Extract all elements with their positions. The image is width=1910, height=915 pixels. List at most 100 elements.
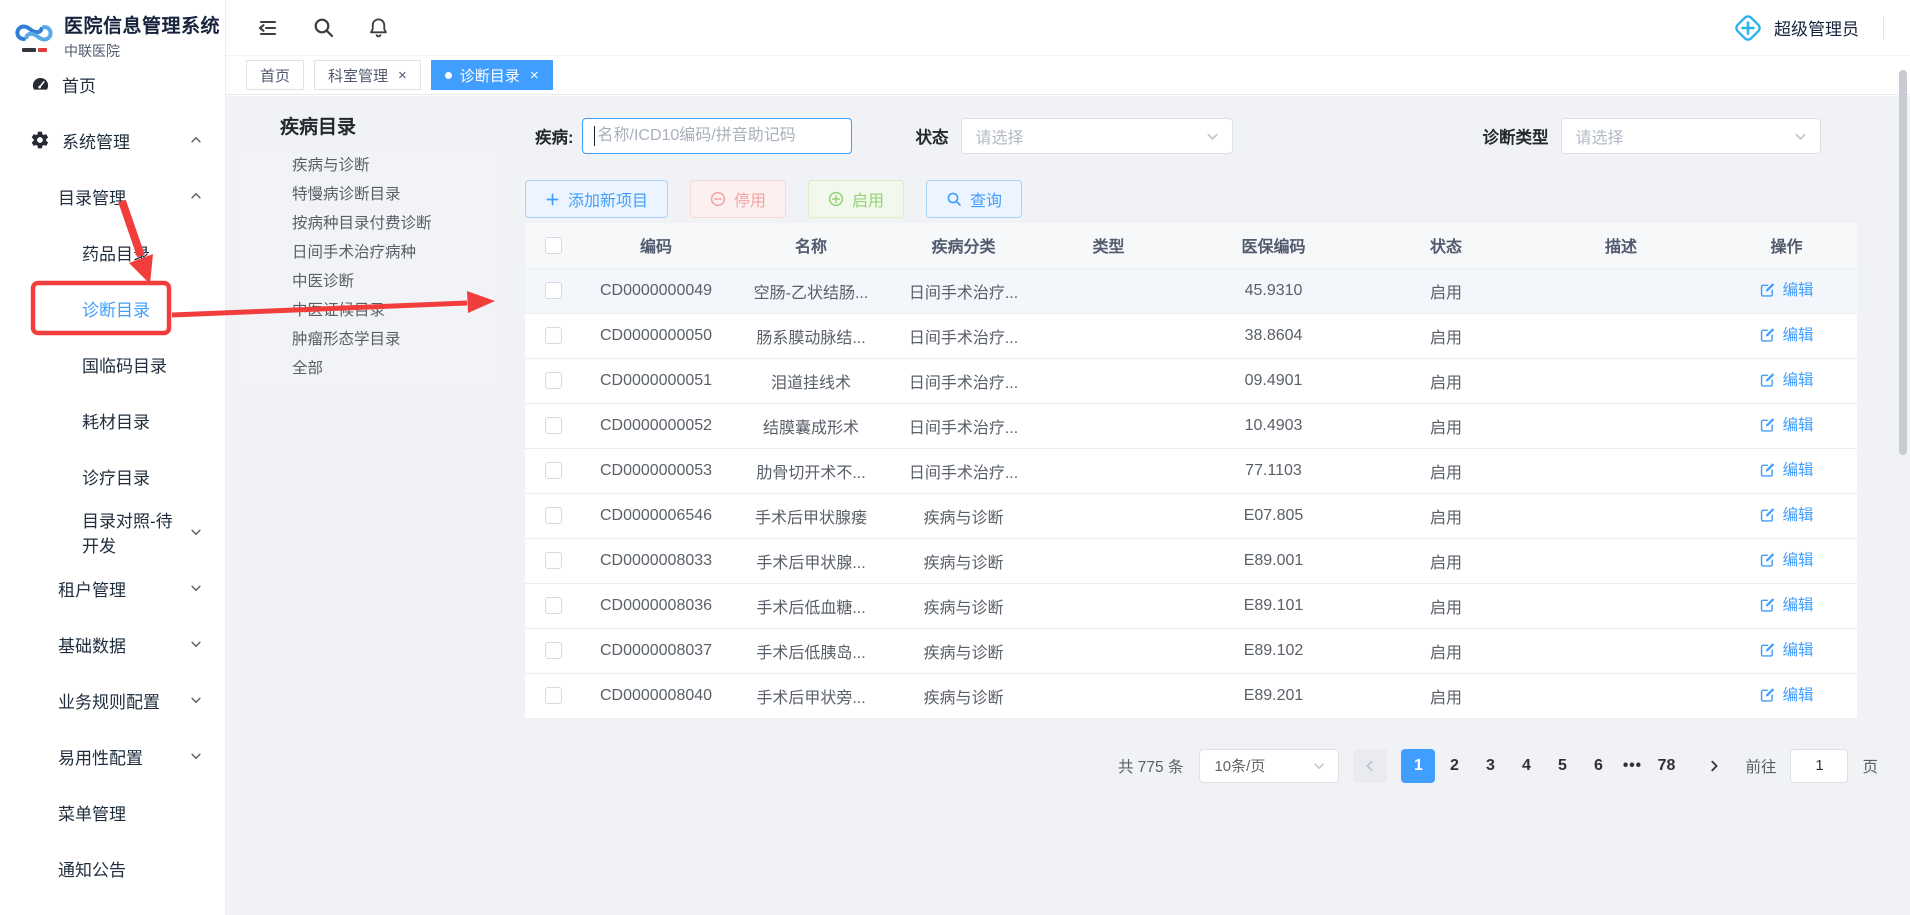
more-pages-icon[interactable]: ••• xyxy=(1617,757,1647,775)
page-size-select[interactable]: 10条/页 xyxy=(1199,749,1339,783)
code-cell: CD0000006546 xyxy=(581,493,731,538)
sidebar-item-home[interactable]: 首页 xyxy=(0,56,225,112)
prev-page-button[interactable] xyxy=(1353,749,1387,783)
sidebar-item-label: 目录管理 xyxy=(58,184,126,209)
catalog-list-item[interactable]: 特慢病诊断目录 xyxy=(235,180,501,209)
catalog-list-item[interactable]: 日间手术治疗病种 xyxy=(235,238,501,267)
page-number-4[interactable]: 4 xyxy=(1509,749,1543,783)
user-menu[interactable]: 超级管理员 xyxy=(1732,12,1859,44)
row-checkbox[interactable] xyxy=(545,597,562,614)
sidebar-item-notice[interactable]: 通知公告 xyxy=(0,840,225,896)
code-cell: CD0000008040 xyxy=(581,673,731,718)
sidebar-item-label: 耗材目录 xyxy=(82,408,150,433)
row-checkbox[interactable] xyxy=(545,372,562,389)
sidebar-item-catalog-management[interactable]: 目录管理 xyxy=(0,168,225,224)
row-checkbox[interactable] xyxy=(545,462,562,479)
edit-button[interactable]: 编辑 xyxy=(1759,593,1813,615)
table-header-row: 编码名称疾病分类类型医保编码状态描述操作 xyxy=(525,223,1857,268)
edit-button[interactable]: 编辑 xyxy=(1759,638,1813,660)
tab-department-management[interactable]: 科室管理× xyxy=(314,60,421,90)
tab-label: 首页 xyxy=(260,65,290,86)
user-avatar-icon xyxy=(1732,12,1764,44)
type-cell xyxy=(1036,493,1181,538)
next-page-button[interactable] xyxy=(1697,749,1731,783)
catalog-list-item[interactable]: 按病种目录付费诊断 xyxy=(235,209,501,238)
goto-page-input[interactable] xyxy=(1790,749,1848,783)
edit-button[interactable]: 编辑 xyxy=(1759,323,1813,345)
page-scrollbar-thumb[interactable] xyxy=(1899,70,1907,455)
type-cell xyxy=(1036,358,1181,403)
edit-button[interactable]: 编辑 xyxy=(1759,683,1813,705)
edit-button[interactable]: 编辑 xyxy=(1759,278,1813,300)
page-number-78[interactable]: 78 xyxy=(1649,749,1683,783)
close-icon[interactable]: × xyxy=(530,68,539,83)
sidebar-item-tenant-management[interactable]: 租户管理 xyxy=(0,560,225,616)
edit-label: 编辑 xyxy=(1782,458,1813,480)
name-cell: 手术后甲状腺... xyxy=(731,538,891,583)
hospital-info-system-page: 医院信息管理系统 中联医院 首页系统管理目录管理药品目录诊断目录国临码目录耗材目… xyxy=(0,0,1910,915)
row-checkbox[interactable] xyxy=(545,327,562,344)
row-checkbox[interactable] xyxy=(545,552,562,569)
sidebar-item-treatment-catalog[interactable]: 诊疗目录 xyxy=(0,448,225,504)
sidebar-item-national-code-catalog[interactable]: 国临码目录 xyxy=(0,336,225,392)
row-checkbox[interactable] xyxy=(545,687,562,704)
row-checkbox[interactable] xyxy=(545,642,562,659)
column-header: 描述 xyxy=(1526,223,1716,268)
name-cell: 泪道挂线术 xyxy=(731,358,891,403)
catalog-list-item[interactable]: 全部 xyxy=(235,354,501,383)
sidebar-item-menu-management[interactable]: 菜单管理 xyxy=(0,784,225,840)
code-cell: CD0000000053 xyxy=(581,448,731,493)
diagnosis-type-select[interactable]: 请选择 xyxy=(1561,118,1821,154)
collapse-menu-icon[interactable] xyxy=(256,16,280,40)
sidebar-item-usability-config[interactable]: 易用性配置 xyxy=(0,728,225,784)
sidebar-item-consumable-catalog[interactable]: 耗材目录 xyxy=(0,392,225,448)
sidebar-item-drug-catalog[interactable]: 药品目录 xyxy=(0,224,225,280)
sidebar-item-label: 系统管理 xyxy=(62,128,130,153)
row-checkbox[interactable] xyxy=(545,507,562,524)
code-cell: CD0000000049 xyxy=(581,268,731,313)
page-number-6[interactable]: 6 xyxy=(1581,749,1615,783)
catalog-list-item[interactable]: 中医诊断 xyxy=(235,267,501,296)
edit-button[interactable]: 编辑 xyxy=(1759,413,1813,435)
enable-button[interactable]: 启用 xyxy=(808,180,904,218)
category-cell: 疾病与诊断 xyxy=(891,538,1036,583)
page-number-2[interactable]: 2 xyxy=(1437,749,1471,783)
sidebar-item-system-management[interactable]: 系统管理 xyxy=(0,112,225,168)
close-icon[interactable]: × xyxy=(398,68,407,83)
type-cell xyxy=(1036,313,1181,358)
row-checkbox[interactable] xyxy=(545,417,562,434)
catalog-list-item[interactable]: 肿瘤形态学目录 xyxy=(235,325,501,354)
sidebar-item-business-rules[interactable]: 业务规则配置 xyxy=(0,672,225,728)
sidebar-item-catalog-compare[interactable]: 目录对照-待开发 xyxy=(0,504,225,560)
logo-caption xyxy=(22,48,47,52)
search-icon[interactable] xyxy=(312,16,335,39)
status-cell: 启用 xyxy=(1366,448,1526,493)
sidebar-item-diagnosis-catalog[interactable]: 诊断目录 xyxy=(0,280,225,336)
table-row: CD0000006546手术后甲状腺瘘疾病与诊断E07.805启用编辑 xyxy=(525,493,1857,538)
catalog-list-item[interactable]: 疾病与诊断 xyxy=(235,151,501,180)
edit-button[interactable]: 编辑 xyxy=(1759,503,1813,525)
edit-button[interactable]: 编辑 xyxy=(1759,458,1813,480)
tab-home[interactable]: 首页 xyxy=(246,60,304,90)
disable-button[interactable]: 停用 xyxy=(690,180,786,218)
category-cell: 日间手术治疗... xyxy=(891,448,1036,493)
sidebar-item-basic-data[interactable]: 基础数据 xyxy=(0,616,225,672)
tab-diagnosis-catalog[interactable]: 诊断目录× xyxy=(431,60,553,90)
bell-icon[interactable] xyxy=(367,16,390,39)
page-number-1[interactable]: 1 xyxy=(1401,749,1435,783)
description-cell xyxy=(1526,673,1716,718)
query-button[interactable]: 查询 xyxy=(926,180,1022,218)
disease-search-input[interactable] xyxy=(582,118,852,154)
page-number-3[interactable]: 3 xyxy=(1473,749,1507,783)
edit-button[interactable]: 编辑 xyxy=(1759,368,1813,390)
description-cell xyxy=(1526,583,1716,628)
add-item-button[interactable]: 添加新项目 xyxy=(525,180,668,218)
select-all-checkbox[interactable] xyxy=(545,237,562,254)
edit-button[interactable]: 编辑 xyxy=(1759,548,1813,570)
page-number-5[interactable]: 5 xyxy=(1545,749,1579,783)
status-select[interactable]: 请选择 xyxy=(961,118,1233,154)
catalog-list-item[interactable]: 中医证候目录 xyxy=(235,296,501,325)
row-checkbox[interactable] xyxy=(545,282,562,299)
description-cell xyxy=(1526,313,1716,358)
action-cell: 编辑 xyxy=(1716,268,1857,313)
